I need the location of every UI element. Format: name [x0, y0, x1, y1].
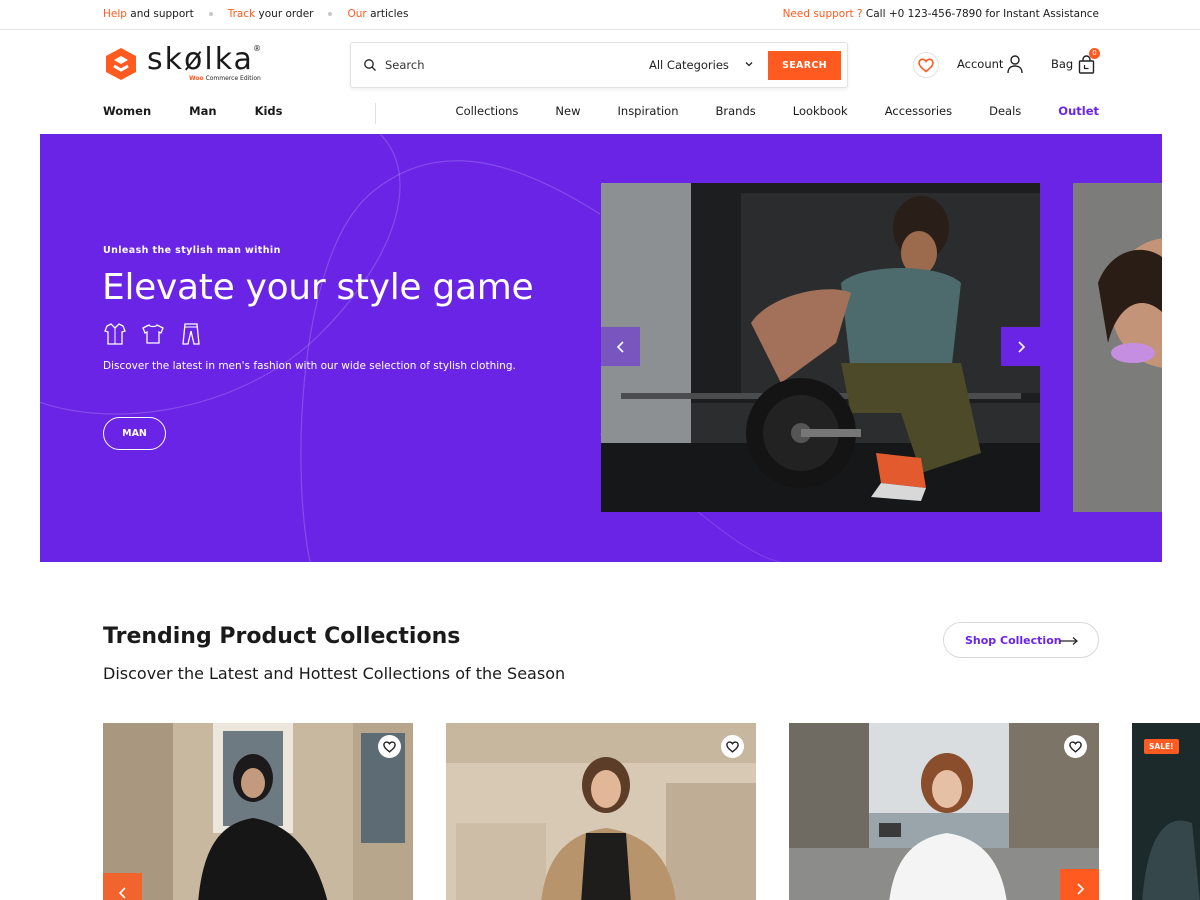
nav-item-lookbook[interactable]: Lookbook [793, 104, 848, 118]
hero-man-button[interactable]: MAN [103, 417, 166, 450]
chevron-right-icon [1076, 882, 1084, 895]
category-select[interactable]: All Categories [649, 58, 729, 72]
chevron-left-icon [616, 340, 624, 353]
nav-item-kids[interactable]: Kids [255, 104, 283, 118]
separator-dot [328, 12, 333, 16]
collection-card-image [446, 723, 756, 900]
hero-description: Discover the latest in men's fashion wit… [103, 360, 516, 372]
nav-item-accessories[interactable]: Accessories [885, 104, 952, 118]
nav-item-new[interactable]: New [555, 104, 580, 118]
logo-mark-icon [106, 48, 136, 80]
shop-collection-label: Shop Collection [965, 634, 1062, 647]
trousers-icon [182, 323, 200, 345]
hero-slide-image [601, 183, 1040, 512]
hero-banner: Unleash the stylish man within Elevate y… [40, 134, 1162, 562]
sale-badge: SALE! [1144, 739, 1179, 754]
nav-item-women[interactable]: Women [103, 104, 151, 118]
wishlist-button[interactable] [913, 52, 939, 78]
bag-count-badge: 0 [1089, 48, 1100, 59]
search-bar: All Categories SEARCH [350, 42, 848, 88]
nav-item-inspiration[interactable]: Inspiration [618, 104, 679, 118]
nav-item-man[interactable]: Man [189, 104, 216, 118]
brand-logo[interactable]: skølka ® Woo Commerce Edition [103, 42, 263, 88]
main-nav-categories: Women Man Kids [103, 104, 321, 118]
hero-kicker: Unleash the stylish man within [103, 245, 281, 256]
tshirt-icon [142, 324, 164, 344]
arrow-right-icon [1060, 637, 1078, 645]
card-prev-button[interactable] [103, 873, 142, 900]
collection-card[interactable] [446, 723, 756, 900]
card-wishlist-button[interactable] [378, 735, 401, 758]
shop-collection-button[interactable]: Shop Collection [943, 622, 1099, 658]
heart-icon [1069, 740, 1082, 753]
brand-edition: Woo Commerce Edition [189, 75, 261, 82]
card-next-button[interactable] [1060, 869, 1099, 900]
hero-next-slide-image [1073, 183, 1162, 512]
search-icon [364, 59, 376, 71]
articles-link[interactable]: Our articles [347, 8, 408, 20]
help-link[interactable]: Help and support [103, 8, 194, 20]
support-info: Need support ? Call +0 123-456-7890 for … [782, 8, 1099, 20]
nav-item-outlet[interactable]: Outlet [1058, 104, 1099, 118]
collection-card-image [103, 723, 413, 900]
search-button[interactable]: SEARCH [768, 51, 841, 80]
trending-title: Trending Product Collections [103, 624, 461, 649]
nav-item-brands[interactable]: Brands [716, 104, 756, 118]
collection-card[interactable]: SALE! [1132, 723, 1200, 900]
brand-name: skølka [147, 42, 254, 77]
nav-item-collections[interactable]: Collections [456, 104, 519, 118]
chevron-right-icon [1017, 340, 1025, 353]
hero-headline: Elevate your style game [102, 267, 534, 308]
collection-card[interactable] [789, 723, 1099, 900]
hero-prev-button[interactable] [601, 327, 640, 366]
collection-card[interactable] [103, 723, 413, 900]
heart-icon [918, 57, 934, 73]
card-wishlist-button[interactable] [721, 735, 744, 758]
registered-mark: ® [253, 44, 261, 53]
hero-icon-row [103, 322, 203, 346]
bag-link[interactable]: Bag [1051, 57, 1073, 71]
nav-divider [375, 103, 376, 124]
heart-icon [383, 740, 396, 753]
account-link[interactable]: Account [957, 57, 1003, 71]
search-input[interactable] [385, 51, 625, 79]
heart-icon [726, 740, 739, 753]
chevron-down-icon [745, 62, 753, 67]
top-bar: Help and support Track your order Our ar… [0, 0, 1200, 30]
separator-dot [208, 12, 213, 16]
nav-item-deals[interactable]: Deals [989, 104, 1021, 118]
user-icon[interactable] [1006, 54, 1024, 74]
main-nav-links: Collections New Inspiration Brands Lookb… [419, 104, 1099, 118]
hero-next-button[interactable] [1001, 327, 1040, 366]
top-links: Help and support Track your order Our ar… [103, 8, 408, 20]
trending-subtitle: Discover the Latest and Hottest Collecti… [103, 664, 566, 683]
track-order-link[interactable]: Track your order [228, 8, 314, 20]
chevron-left-icon [118, 886, 126, 899]
collection-card-image [789, 723, 1099, 900]
shirt-icon [104, 323, 126, 345]
card-wishlist-button[interactable] [1064, 735, 1087, 758]
